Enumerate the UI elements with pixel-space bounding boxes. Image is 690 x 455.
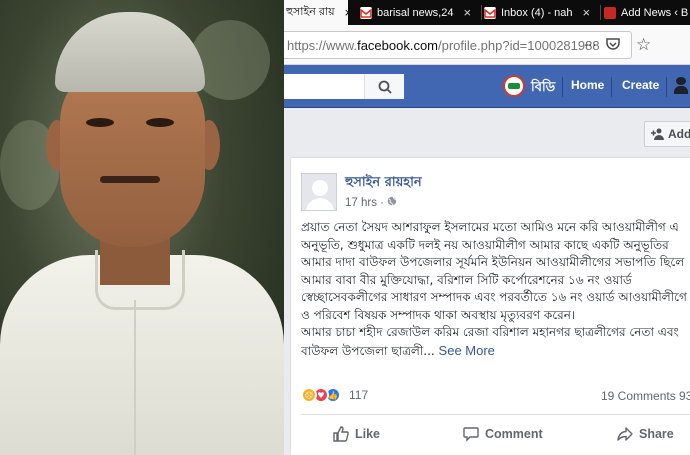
navigation-bar: https://www. facebook.com/profile.php?id=… [284, 25, 690, 65]
pocket-icon[interactable] [606, 38, 621, 55]
url-prefix: https://www. [287, 37, 358, 53]
post-actions: Like Comment Share [291, 426, 690, 450]
gmail-icon [484, 6, 496, 19]
tab-barisal-news[interactable]: barisal news,24 × [360, 0, 480, 25]
tab-profile[interactable]: হুসাইন রায় × [284, 0, 352, 25]
search-icon[interactable] [364, 74, 404, 99]
see-more-link[interactable]: See More [439, 343, 495, 358]
nav-home-link[interactable]: Home [571, 78, 604, 92]
close-icon[interactable]: × [583, 5, 591, 20]
nav-create-link[interactable]: Create [622, 78, 659, 92]
comment-label: Comment [485, 427, 543, 441]
photo-eye [146, 118, 174, 127]
post-author-name[interactable]: হুসাইন রায়হান [345, 173, 422, 194]
post-timestamp[interactable]: 17 hrs · [345, 196, 397, 209]
photo-cap [55, 12, 205, 92]
tab-label: Add News ‹ B [621, 6, 689, 19]
tab-bar: হুসাইন রায় × barisal news,24 × Inbox (4… [284, 0, 690, 25]
globe-icon[interactable] [387, 196, 397, 206]
facebook-search-input[interactable] [284, 74, 404, 99]
friend-requests-icon[interactable] [674, 77, 688, 95]
add-friend-icon [651, 128, 664, 140]
sad-reaction-icon: ☹ [301, 387, 317, 403]
photo-placket [134, 300, 136, 455]
post-author-avatar[interactable] [301, 173, 337, 211]
add-friend-label: Add I [668, 127, 690, 141]
post-text-truncated: বাউফল উপজেলা ছাত্রলী... [301, 343, 435, 358]
nav-separator [562, 77, 563, 97]
bookmark-star-icon[interactable]: ☆ [636, 35, 651, 55]
tab-label: barisal news,24 [377, 6, 454, 19]
tab-label: Inbox (4) - nah [501, 6, 573, 19]
post-text-line: স্বেচ্ছাসেবকলীগের সাধারণ সম্পাদক এবং পরব… [301, 290, 687, 304]
share-label: Share [639, 427, 674, 441]
site-favicon-icon [604, 6, 616, 19]
like-button[interactable]: Like [333, 426, 380, 442]
post-text-line: প্রয়াত নেতা সৈয়দ আশরাফুল ইসলামের মতো আ… [301, 220, 679, 234]
comment-button[interactable]: Comment [463, 426, 543, 442]
url-field[interactable]: https://www. facebook.com/profile.php?id=… [284, 31, 632, 59]
post-time[interactable]: 17 hrs [345, 197, 377, 209]
post-text: প্রয়াত নেতা সৈয়দ আশরাফুল ইসলামের মতো আ… [301, 219, 690, 360]
share-arrow-icon [617, 427, 633, 441]
close-icon[interactable]: × [463, 5, 471, 20]
tab-separator [481, 5, 482, 20]
post-divider [301, 414, 690, 415]
add-friend-button[interactable]: Add I [644, 121, 690, 147]
nav-separator [611, 77, 612, 97]
tab-inbox[interactable]: Inbox (4) - nah × [484, 0, 599, 25]
page-actions: ··· [584, 38, 621, 55]
post-text-line: ও পরিবেশ বিষয়ক সম্পাদক থাকা অবস্থায় মৃ… [301, 307, 576, 322]
photo-eye [86, 118, 114, 127]
post-text-line: অনুভূতি, শুধুমাত্র একটি দলই নয় আওয়ামীল… [301, 237, 669, 252]
page-actions-menu-icon[interactable]: ··· [584, 39, 596, 54]
comment-share-count[interactable]: 19 Comments 93 [601, 389, 690, 403]
url-domain: facebook.com [357, 37, 439, 53]
url-path: /profile.php?id=1000281988 [438, 37, 600, 53]
tab-label: হুসাইন রায় [286, 6, 335, 18]
close-icon[interactable]: × [345, 5, 353, 20]
tab-separator [600, 5, 601, 20]
post-text-line-last: বাউফল উপজেলা ছাত্রলী... See More [301, 342, 690, 361]
post-time-separator: · [380, 197, 385, 209]
nav-separator [666, 77, 667, 97]
user-avatar[interactable] [503, 75, 525, 97]
browser-window: হুসাইন রায় × barisal news,24 × Inbox (4… [284, 0, 690, 455]
post-card: হুসাইন রায়হান 17 hrs · প্রয়াত নেতা সৈয… [290, 157, 690, 455]
profile-photo [0, 0, 284, 455]
thumbs-up-icon [333, 426, 349, 442]
reactions-summary[interactable]: ☹ ♥ 👍 117 [301, 387, 368, 403]
share-button[interactable]: Share [617, 426, 674, 442]
reaction-count[interactable]: 117 [349, 388, 368, 402]
gmail-icon [360, 6, 372, 19]
tab-add-news[interactable]: Add News ‹ B [604, 0, 690, 25]
facebook-header: বিডি Home Create [284, 65, 690, 108]
post-text-line: আমার বাবা বীর মুক্তিযোদ্ধা, বরিশাল সিটি … [301, 272, 632, 287]
like-label: Like [355, 427, 381, 441]
photo-moustache [100, 176, 160, 183]
post-text-line: আমার দাদা বাউফল উপজেলার সূর্যমনি ইউনিয়ন… [301, 255, 685, 269]
post-text-line: আমার চাচা শহীদ রেজাউল করিম রেজা বরিশাল ম… [301, 325, 679, 339]
comment-icon [463, 427, 479, 442]
profile-name-link[interactable]: বিডি [531, 78, 555, 99]
